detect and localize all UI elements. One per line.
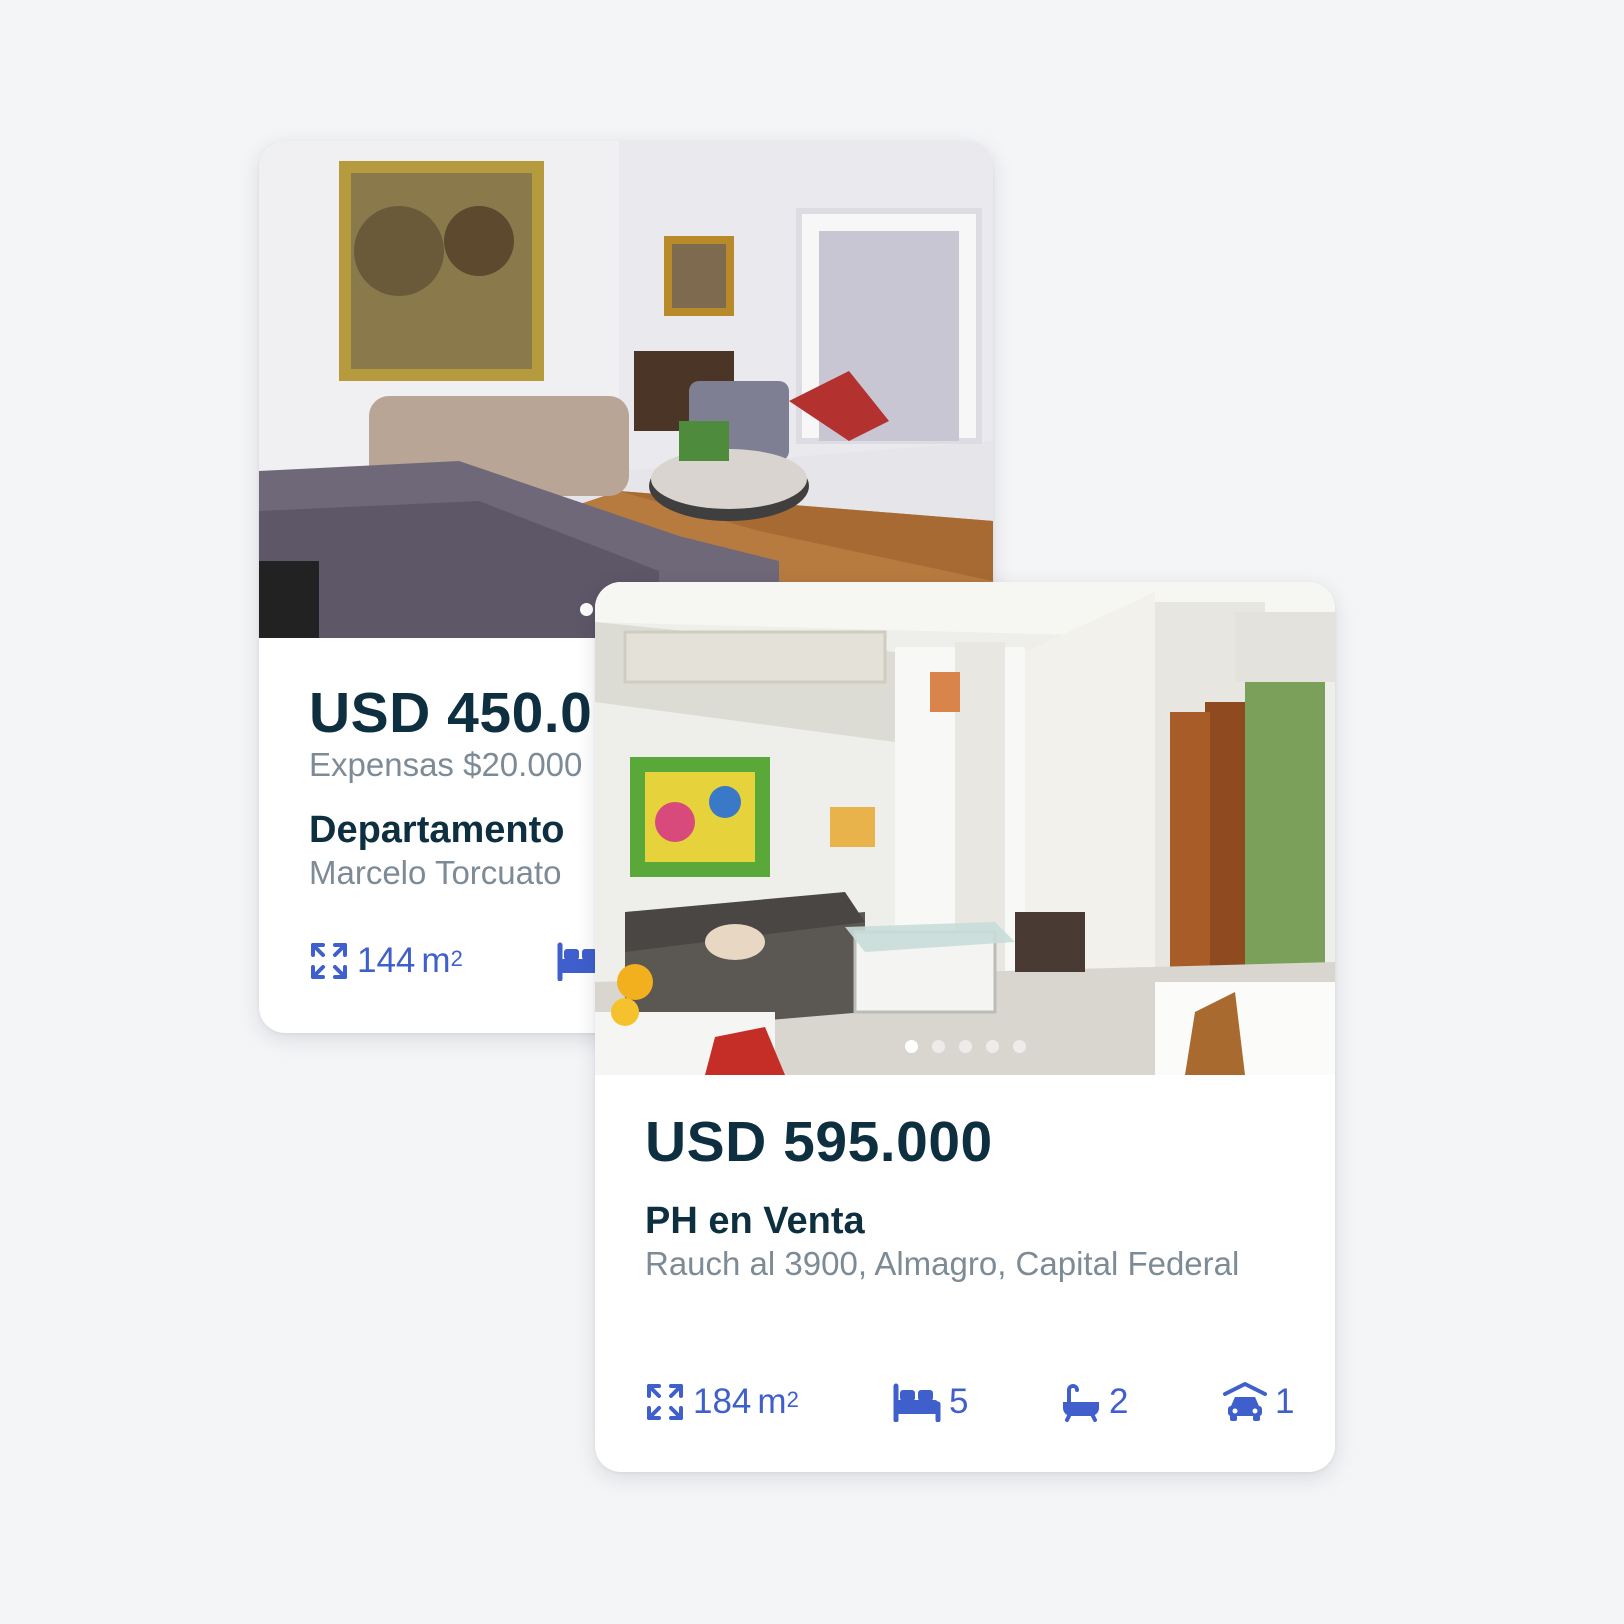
carousel-dot[interactable] <box>985 1040 999 1053</box>
feature-area: 144 m 2 <box>309 941 463 981</box>
listing-photo-loft[interactable] <box>595 582 1335 1075</box>
area-value: 184 <box>693 1382 752 1421</box>
carousel-dot[interactable] <box>1012 1040 1026 1053</box>
carousel-dot[interactable] <box>931 1040 945 1053</box>
expand-arrows-icon <box>311 943 347 979</box>
area-unit-sup: 2 <box>450 946 463 971</box>
feature-bathrooms: 2 <box>1061 1382 1128 1422</box>
feature-parking: 1 <box>1223 1382 1294 1422</box>
listing-photo-living-room[interactable] <box>259 141 993 638</box>
expand-arrows-icon <box>647 1384 683 1420</box>
listing-info: USD 595.000 PH en Venta Rauch al 3900, A… <box>645 1110 1315 1284</box>
parking-count: 1 <box>1275 1382 1295 1421</box>
listing-property-type: PH en Venta <box>645 1200 865 1242</box>
area-unit-sup: 2 <box>786 1387 799 1412</box>
listing-price: USD 595.000 <box>645 1110 993 1174</box>
bathtub-icon <box>1063 1384 1099 1422</box>
area-unit: m <box>757 1382 787 1421</box>
carousel-dot[interactable] <box>580 603 593 616</box>
carousel-dot[interactable] <box>958 1040 972 1053</box>
living-room-photo <box>259 141 993 638</box>
listing-address: Rauch al 3900, Almagro, Capital Federal <box>645 1245 1240 1282</box>
bathrooms-count: 2 <box>1109 1382 1129 1421</box>
area-unit: m <box>421 941 451 980</box>
bed-icon <box>893 1383 941 1422</box>
listing-card-ph[interactable]: USD 595.000 PH en Venta Rauch al 3900, A… <box>595 582 1335 1472</box>
car-garage-icon <box>1223 1382 1267 1421</box>
bedrooms-count: 5 <box>949 1382 969 1421</box>
loft-photo <box>595 582 1335 1075</box>
feature-area: 184 m 2 <box>645 1382 799 1422</box>
carousel-dots[interactable] <box>595 1040 1335 1053</box>
carousel-dot[interactable] <box>904 1040 918 1053</box>
feature-bedrooms: 5 <box>893 1382 968 1422</box>
area-value: 144 <box>357 941 416 980</box>
